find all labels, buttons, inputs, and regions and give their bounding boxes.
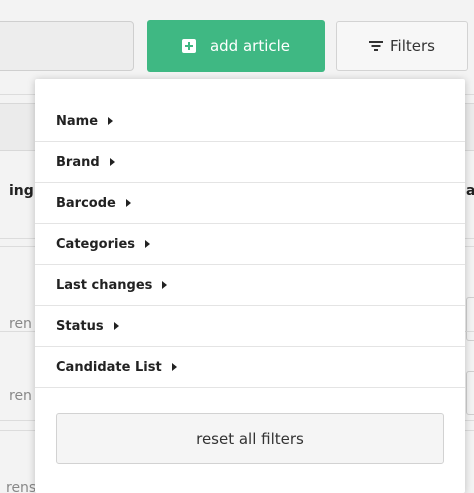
row-cell-fragment: rens: [6, 480, 37, 493]
add-article-button[interactable]: add article: [147, 20, 325, 72]
filter-menu-item-label: Barcode: [56, 195, 116, 211]
filter-menu-item-candidate-list[interactable]: Candidate List: [35, 347, 465, 388]
plus-square-icon: [181, 39, 196, 53]
filters-label: Filters: [390, 37, 435, 55]
filter-menu-item-brand[interactable]: Brand: [35, 142, 465, 183]
caret-right-icon: [109, 158, 115, 166]
caret-right-icon: [108, 117, 114, 125]
filter-icon: [369, 41, 384, 51]
filter-menu-item-label: Name: [56, 113, 99, 129]
reset-all-filters-button[interactable]: reset all filters: [56, 413, 444, 464]
filter-menu-item-barcode[interactable]: Barcode: [35, 183, 465, 224]
search-input[interactable]: [0, 21, 134, 71]
column-header-fragment-left: ing: [9, 183, 34, 199]
caret-right-icon: [162, 281, 168, 289]
filter-menu-item-label: Candidate List: [56, 359, 162, 375]
filter-menu-item-label: Brand: [56, 154, 100, 170]
row-control[interactable]: [466, 297, 474, 341]
row-control[interactable]: [466, 371, 474, 415]
filter-menu-item-label: Last changes: [56, 277, 153, 293]
filter-menu-item-label: Categories: [56, 236, 136, 252]
filter-menu-item-name[interactable]: Name: [35, 101, 465, 142]
filters-button[interactable]: Filters: [336, 21, 468, 71]
caret-right-icon: [113, 322, 119, 330]
caret-right-icon: [125, 199, 131, 207]
add-article-label: add article: [209, 37, 291, 55]
filters-dropdown: Name Brand Barcode Categories Last chang…: [35, 79, 465, 493]
filter-menu-item-status[interactable]: Status: [35, 306, 465, 347]
column-header-fragment-right: a: [466, 183, 474, 199]
caret-right-icon: [171, 363, 177, 371]
filter-menu-item-last-changes[interactable]: Last changes: [35, 265, 465, 306]
row-cell-fragment: ren: [9, 388, 32, 404]
caret-right-icon: [145, 240, 151, 248]
row-cell-fragment: ren: [9, 316, 32, 332]
filter-menu-item-label: Status: [56, 318, 104, 334]
filter-menu-item-categories[interactable]: Categories: [35, 224, 465, 265]
page: add article Filters ing a ren ren rens N…: [0, 0, 474, 493]
